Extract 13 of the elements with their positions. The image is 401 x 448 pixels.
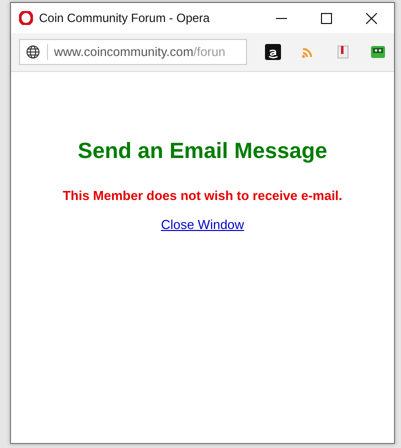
opera-logo-icon bbox=[19, 11, 33, 25]
robot-icon[interactable] bbox=[370, 44, 386, 60]
page-heading: Send an Email Message bbox=[78, 138, 328, 164]
globe-icon bbox=[26, 45, 40, 59]
amazon-icon[interactable] bbox=[265, 44, 281, 60]
url-text: www.coincommunity.com/forun bbox=[54, 45, 226, 59]
close-icon bbox=[366, 12, 377, 24]
notebook-icon[interactable] bbox=[335, 44, 351, 60]
close-window-link[interactable]: Close Window bbox=[160, 217, 244, 232]
address-field[interactable]: www.coincommunity.com/forun bbox=[19, 39, 247, 65]
window-title: Coin Community Forum - Opera bbox=[39, 11, 211, 25]
maximize-icon bbox=[321, 12, 332, 24]
notice-text: This Member does not wish to receive e-mail. bbox=[62, 188, 342, 203]
